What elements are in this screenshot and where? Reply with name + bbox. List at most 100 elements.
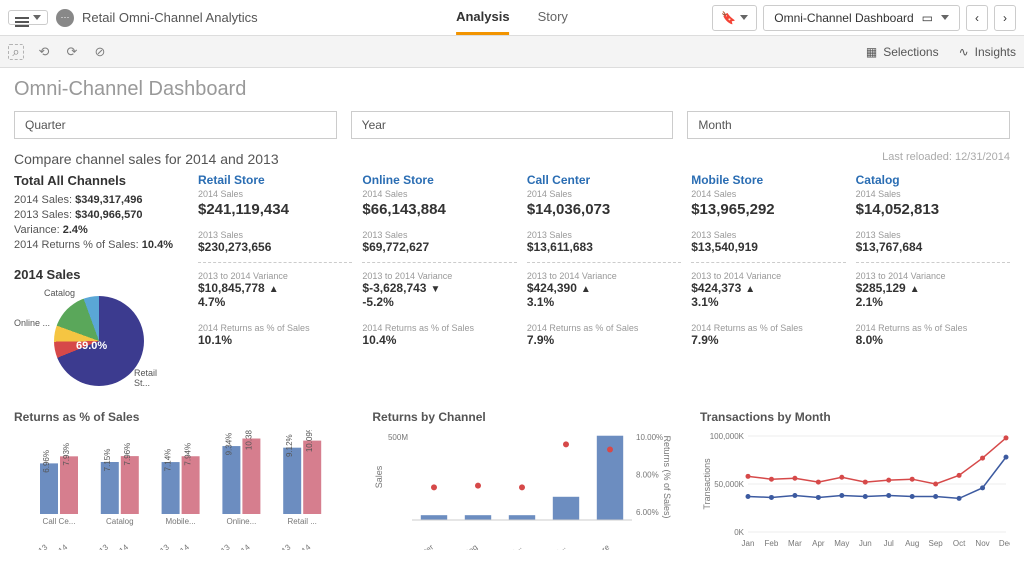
- sheet-name: Omni-Channel Dashboard: [774, 11, 913, 25]
- returns-value: 10.1%: [198, 333, 352, 347]
- svg-text:8.00%: 8.00%: [636, 470, 659, 479]
- svg-text:Mobile Sto...: Mobile Sto...: [484, 543, 524, 550]
- returns-value: 7.9%: [691, 333, 845, 347]
- sales-2013-value: $230,273,656: [198, 240, 352, 254]
- variance-label: 2013 to 2014 Variance: [527, 271, 681, 281]
- svg-text:Aug: Aug: [905, 539, 919, 548]
- tab-analysis[interactable]: Analysis: [456, 1, 509, 35]
- variance-pct: 3.1%: [527, 295, 681, 309]
- top-bar: ⋯ Retail Omni-Channel Analytics Analysis…: [0, 0, 1024, 36]
- channel-card: Mobile Store2014 Sales$13,965,2922013 Sa…: [691, 173, 845, 398]
- svg-text:500M: 500M: [388, 433, 408, 442]
- sales-2014-value: $14,052,813: [856, 201, 1010, 218]
- insights-label: Insights: [975, 45, 1016, 59]
- sheet-selector[interactable]: Omni-Channel Dashboard ▭: [763, 5, 960, 31]
- totals-row: 2013 Sales: $340,966,570: [14, 209, 184, 221]
- svg-text:Retail ...: Retail ...: [288, 517, 317, 526]
- selections-button[interactable]: ▦ Selections: [866, 45, 939, 59]
- returns-value: 10.4%: [362, 333, 516, 347]
- variance-value: $424,373: [691, 281, 845, 295]
- next-sheet-button[interactable]: ›: [994, 5, 1016, 31]
- svg-text:Feb: Feb: [765, 539, 779, 548]
- channel-name[interactable]: Mobile Store: [691, 173, 845, 187]
- returns-label: 2014 Returns as % of Sales: [198, 323, 352, 333]
- filter-month[interactable]: Month: [687, 111, 1010, 139]
- variance-pct: 4.7%: [198, 295, 352, 309]
- prev-sheet-button[interactable]: ‹: [966, 5, 988, 31]
- svg-text:2014: 2014: [50, 542, 70, 550]
- pie-title: 2014 Sales: [14, 267, 184, 282]
- returns-label: 2014 Returns as % of Sales: [527, 323, 681, 333]
- channel-name[interactable]: Online Store: [362, 173, 516, 187]
- filter-quarter[interactable]: Quarter: [14, 111, 337, 139]
- pie-center-label: 69.0%: [76, 340, 107, 352]
- compare-title: Compare channel sales for 2014 and 2013: [14, 151, 279, 167]
- bookmark-icon: 🔖: [721, 11, 736, 25]
- channel-name[interactable]: Catalog: [856, 173, 1010, 187]
- step-forward-icon[interactable]: ⟳: [64, 44, 80, 60]
- svg-text:Apr: Apr: [812, 539, 825, 548]
- svg-text:0K: 0K: [734, 528, 744, 537]
- svg-text:2013: 2013: [212, 542, 232, 550]
- svg-text:Jan: Jan: [742, 539, 755, 548]
- channel-card: Call Center2014 Sales$14,036,0732013 Sal…: [527, 173, 681, 398]
- sheet-icon: ▭: [922, 11, 933, 25]
- svg-text:Catalog: Catalog: [106, 517, 134, 526]
- svg-text:9.34%: 9.34%: [224, 433, 233, 456]
- sales-2013-label: 2013 Sales: [527, 230, 681, 240]
- totals-row: 2014 Returns % of Sales: 10.4%: [14, 239, 184, 251]
- svg-text:10.00%: 10.00%: [636, 433, 663, 442]
- variance-value: $285,129: [856, 281, 1010, 295]
- variance-pct: 2.1%: [856, 295, 1010, 309]
- chevron-left-icon: ‹: [975, 11, 979, 25]
- sales-2013-value: $13,540,919: [691, 240, 845, 254]
- variance-label: 2013 to 2014 Variance: [198, 271, 352, 281]
- pie-chart[interactable]: 69.0% Catalog Online ... Retail St...: [14, 288, 154, 398]
- menu-button[interactable]: [8, 10, 48, 25]
- chart-title: Returns as % of Sales: [14, 410, 352, 424]
- filter-year[interactable]: Year: [351, 111, 674, 139]
- last-reloaded: Last reloaded: 12/31/2014: [882, 151, 1010, 167]
- svg-text:Online...: Online...: [227, 517, 257, 526]
- chart-transactions-month[interactable]: Transactions by Month Transactions100,00…: [700, 410, 1010, 550]
- svg-text:Retail Store: Retail Store: [574, 542, 612, 550]
- channel-name[interactable]: Call Center: [527, 173, 681, 187]
- channel-card: Catalog2014 Sales$14,052,8132013 Sales$1…: [856, 173, 1010, 398]
- tab-story[interactable]: Story: [538, 1, 568, 35]
- sales-2013-value: $13,767,684: [856, 240, 1010, 254]
- hamburger-icon: [15, 17, 29, 19]
- variance-label: 2013 to 2014 Variance: [362, 271, 516, 281]
- nav-tabs: Analysis Story: [456, 1, 568, 35]
- sales-2013-label: 2013 Sales: [362, 230, 516, 240]
- sales-2014-value: $14,036,073: [527, 201, 681, 218]
- variance-pct: 3.1%: [691, 295, 845, 309]
- variance-value: $10,845,778: [198, 281, 352, 295]
- variance-pct: -5.2%: [362, 295, 516, 309]
- selections-icon: ▦: [866, 45, 877, 59]
- svg-text:Catalog: Catalog: [453, 543, 480, 550]
- chart-returns-pct[interactable]: Returns as % of Sales 6.96%7.93%Call Ce.…: [14, 410, 352, 550]
- svg-text:9.12%: 9.12%: [285, 434, 294, 457]
- filters-row: Quarter Year Month: [14, 111, 1010, 139]
- svg-text:May: May: [834, 539, 849, 548]
- sales-2014-value: $66,143,884: [362, 201, 516, 218]
- sales-2014-label: 2014 Sales: [198, 189, 352, 199]
- selection-tool-icon[interactable]: ⌕: [8, 44, 24, 60]
- channel-card: Retail Store2014 Sales$241,119,4342013 S…: [198, 173, 352, 398]
- chart-returns-by-channel[interactable]: Returns by Channel SalesReturns (% of Sa…: [372, 410, 680, 550]
- bookmark-button[interactable]: 🔖: [712, 5, 757, 31]
- returns-value: 8.0%: [856, 333, 1010, 347]
- channel-name[interactable]: Retail Store: [198, 173, 352, 187]
- sales-2013-label: 2013 Sales: [691, 230, 845, 240]
- insights-button[interactable]: ∿ Insights: [959, 45, 1016, 59]
- svg-text:2013: 2013: [273, 542, 293, 550]
- svg-text:Sep: Sep: [929, 539, 944, 548]
- variance-value: $-3,628,743: [362, 281, 516, 295]
- svg-text:2014: 2014: [232, 542, 252, 550]
- step-back-icon[interactable]: ⟲: [36, 44, 52, 60]
- sales-2013-label: 2013 Sales: [198, 230, 352, 240]
- clear-icon[interactable]: ⊘: [92, 44, 108, 60]
- svg-text:2014: 2014: [111, 542, 131, 550]
- page-title: Omni-Channel Dashboard: [14, 78, 1010, 101]
- svg-text:7.14%: 7.14%: [164, 449, 173, 472]
